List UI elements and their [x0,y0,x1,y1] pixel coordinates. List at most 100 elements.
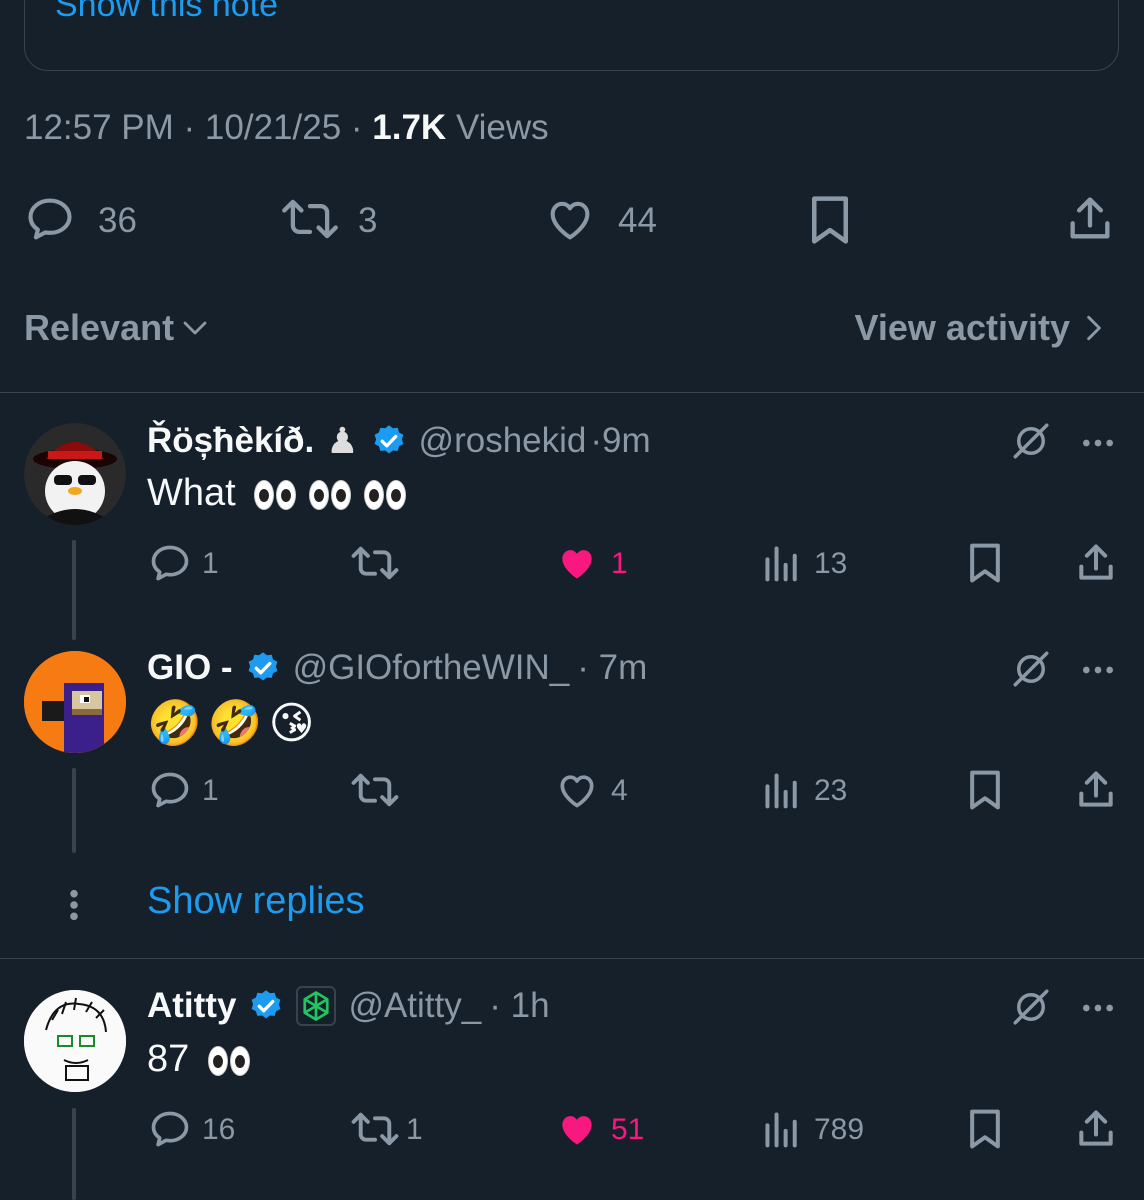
repost-button[interactable] [350,541,400,585]
reply-count: 16 [202,1113,236,1146]
chevron-down-icon [183,321,207,335]
views-count: 1.7K [372,108,447,147]
more-options-button[interactable] [1078,650,1118,690]
reply-time: · 7m [577,648,648,687]
grok-icon [1013,423,1049,459]
like-count: 44 [618,201,657,240]
repost-icon [351,773,399,807]
reply-text: 🤣🤣😘 [147,699,321,748]
share-icon [1079,1110,1113,1146]
reply-button[interactable] [148,541,192,585]
repost-count: 1 [406,1113,423,1146]
show-note-link[interactable]: Show this note [55,0,278,25]
reply-count: 1 [202,774,219,807]
views-button[interactable] [762,768,802,812]
reply-button[interactable] [148,768,192,812]
share-button[interactable] [1074,768,1118,812]
grok-button[interactable] [1010,420,1052,462]
chess-pawn-icon: ♟ [326,420,359,461]
reply-icon [28,198,72,240]
sort-label: Relevant [24,307,175,348]
grok-icon [1013,651,1049,687]
user-handle[interactable]: @GIOfortheWIN_ [293,648,570,688]
bookmark-button[interactable] [966,768,1004,812]
reply-icon [151,545,189,581]
avatar-sketch-image [24,990,126,1092]
user-handle[interactable]: @Atitty_ [348,986,481,1026]
eyes-emoji-icon [207,1045,260,1076]
reply-button[interactable] [148,1107,192,1151]
bookmark-button[interactable] [966,541,1004,585]
bookmark-icon [970,1109,1000,1149]
sort-dropdown[interactable]: Relevant [24,307,210,349]
like-action-button[interactable] [543,193,597,245]
repost-icon [282,199,338,239]
post-date: 10/21/25 [204,108,342,147]
repost-button[interactable] [350,768,400,812]
like-count: 4 [611,774,628,807]
reply-header: Řöșħèkíð. ♟ @roshekid ·9m [147,420,651,462]
grok-button[interactable] [1010,986,1052,1028]
share-icon [1070,197,1110,239]
like-button[interactable] [555,541,599,585]
reply-text: 87 [147,1038,260,1081]
verified-badge-icon [248,652,277,681]
more-options-button[interactable] [1078,988,1118,1028]
analytics-icon [765,546,797,582]
bookmark-icon [970,543,1000,583]
bookmark-action-button[interactable] [806,193,854,247]
repost-action-button[interactable] [280,193,340,245]
verified-badge-icon [252,990,281,1019]
bookmark-button[interactable] [966,1107,1004,1151]
display-name[interactable]: GIO - [147,648,233,688]
reply-time: · 1h [489,986,550,1025]
grok-button[interactable] [1010,648,1052,690]
share-button[interactable] [1074,1107,1118,1151]
views-button[interactable] [762,1107,802,1151]
heart-filled-icon [562,1116,592,1145]
reply-count: 1 [202,547,219,580]
avatar[interactable] [24,990,126,1092]
avatar[interactable] [24,423,126,525]
share-button[interactable] [1074,541,1118,585]
views-label: Views [446,108,549,147]
thread-line [72,540,76,640]
like-count: 51 [611,1113,645,1146]
repost-count: 3 [358,201,378,240]
reply-action-button[interactable] [24,193,76,245]
reply-header: Atitty @Atitty_ · 1h [147,986,550,1026]
avatar-pixel-image [24,651,126,753]
repost-icon [351,1112,399,1146]
analytics-icon [765,1112,797,1148]
views-count: 13 [814,547,848,580]
reply-header: GIO - @GIOfortheWIN_ · 7m [147,648,647,688]
view-activity-link[interactable]: View activity [855,307,1104,349]
more-icon [1083,1004,1113,1012]
heart-icon [560,775,594,808]
views-button[interactable] [762,541,802,585]
reply-text-value: 87 [147,1038,190,1080]
affiliate-badge-icon [296,986,337,1026]
repost-button[interactable] [350,1107,400,1151]
share-icon [1079,771,1113,807]
views-count: 789 [814,1113,865,1146]
like-button[interactable] [555,768,599,812]
display-name[interactable]: Atitty [147,986,236,1026]
meta-separator: · [173,108,205,147]
display-name[interactable]: Řöșħèkíð. [147,421,314,461]
verified-badge-icon [374,425,403,454]
like-count: 1 [611,547,628,580]
like-button[interactable] [555,1107,599,1151]
reply-text-value: What [147,472,236,514]
avatar[interactable] [24,651,126,753]
meta-separator: · [341,108,373,147]
thread-line [72,1108,76,1200]
user-handle[interactable]: @roshekid [419,421,587,461]
bookmark-icon [812,196,848,244]
share-action-button[interactable] [1064,193,1116,245]
more-icon [1083,666,1113,674]
more-options-button[interactable] [1078,423,1118,463]
divider [0,958,1144,959]
show-replies-link[interactable]: Show replies [147,880,365,923]
repost-icon [351,546,399,580]
